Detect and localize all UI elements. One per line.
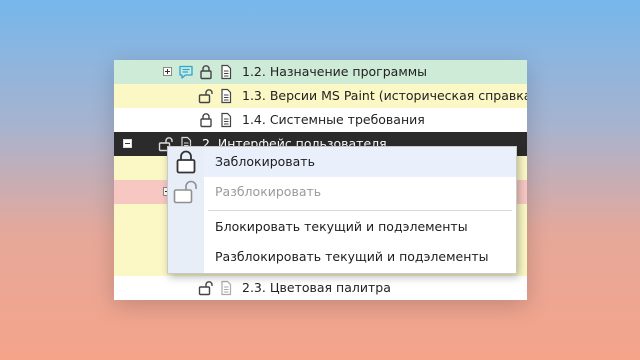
minus-expander-icon[interactable] xyxy=(123,139,132,148)
document-icon xyxy=(218,280,234,296)
menu-separator xyxy=(208,210,512,211)
unlock-icon xyxy=(173,179,199,205)
document-icon xyxy=(218,112,234,128)
menu-item-lock-with-children[interactable]: Блокировать текущий и подэлементы xyxy=(204,212,516,242)
document-icon xyxy=(218,64,234,80)
tree-row-label: 2.3. Цветовая палитра xyxy=(242,280,391,295)
menu-item-lock[interactable]: Заблокировать xyxy=(204,147,516,177)
tree-row-label: 1.4. Системные требования xyxy=(242,112,425,127)
unlock-icon[interactable] xyxy=(198,280,214,296)
lock-icon[interactable] xyxy=(198,112,214,128)
unlock-icon[interactable] xyxy=(198,88,214,104)
lock-icon xyxy=(173,149,199,175)
tree-row-label: 1.3. Версии MS Paint (историческая справ… xyxy=(242,88,527,103)
comment-icon[interactable] xyxy=(178,64,194,80)
lock-icon[interactable] xyxy=(198,64,214,80)
menu-item-unlock: Разблокировать xyxy=(204,177,516,207)
tree-row-2-3[interactable]: 2.3. Цветовая палитра xyxy=(114,276,527,300)
menu-item-label: Блокировать текущий и подэлементы xyxy=(215,219,468,234)
lock-context-menu: Заблокировать Разблокировать Блокировать… xyxy=(167,146,517,274)
tree-row-1-2[interactable]: 1.2. Назначение программы xyxy=(114,60,527,84)
tree-row-label: 1.2. Назначение программы xyxy=(242,64,428,79)
plus-expander-icon[interactable] xyxy=(163,67,172,76)
tree-row-1-3[interactable]: 1.3. Версии MS Paint (историческая справ… xyxy=(114,84,527,108)
tree-row-1-4[interactable]: 1.4. Системные требования xyxy=(114,108,527,132)
menu-item-label: Заблокировать xyxy=(215,154,315,169)
menu-item-unlock-with-children[interactable]: Разблокировать текущий и подэлементы xyxy=(204,242,516,272)
menu-item-label: Разблокировать xyxy=(215,184,322,199)
menu-item-label: Разблокировать текущий и подэлементы xyxy=(215,249,489,264)
document-icon xyxy=(218,88,234,104)
